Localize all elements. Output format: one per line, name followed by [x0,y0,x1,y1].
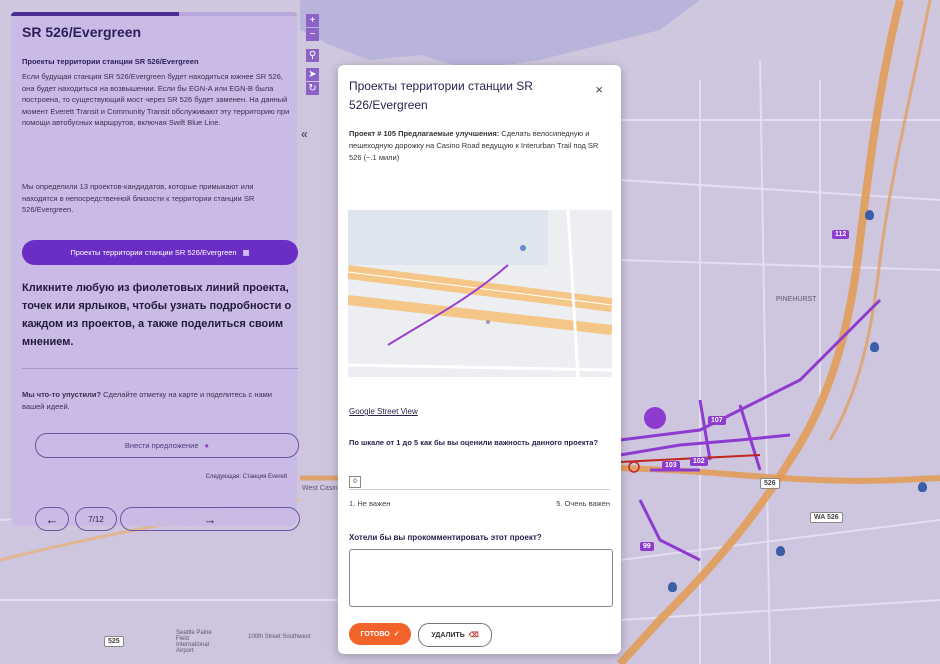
collapse-panel-button[interactable]: « [301,127,308,141]
highway-shield-525: 525 [104,636,124,647]
info-panel: SR 526/Evergreen Проекты территории стан… [11,12,300,531]
missed-bold: Мы что-то упустили? [22,390,102,399]
panel-instructions: Кликните любую из фиолетовых линий проек… [22,282,292,348]
previous-button[interactable]: ← [35,507,69,531]
map-label-pinehurst: PINEHURST [776,296,817,303]
zoom-out-button[interactable]: − [306,28,319,41]
map-label-airport: Seattle Paine Field International Airpor… [176,630,212,654]
rating-value: 0 [349,476,361,488]
zoom-in-button[interactable]: + [306,14,319,27]
map-label-100th-street: 100th Street Southwest [248,634,311,640]
panel-subtitle: Проекты территории станции SR 526/Evergr… [22,57,199,66]
map-controls: + − ⚲ ➤ ↻ [306,14,320,96]
interstate-shield-icon [776,546,785,556]
station-projects-button[interactable]: Проекты территории станции SR 526/Evergr… [22,240,298,265]
map-label-107[interactable]: 107 [708,416,726,425]
rating-question: По шкале от 1 до 5 как бы вы оценили важ… [349,438,599,447]
buildings-icon: ▦ [242,248,250,257]
project-description: Проект # 105 Предлагаемые улучшения: Сде… [349,128,609,164]
comment-textarea[interactable] [349,549,613,607]
suggest-button[interactable]: Внести предложение ● [35,433,299,458]
delete-button[interactable]: УДАЛИТЬ ⌫ [418,623,492,647]
next-button[interactable]: → [120,507,300,531]
done-button-label: ГОТОВО [360,630,390,638]
project-map-image [348,210,612,377]
panel-candidates-text: Мы определили 13 проектов-кандидатов, ко… [22,182,255,214]
highway-shield-526: 526 [760,478,780,489]
rating-slider[interactable] [349,489,610,490]
reset-view-icon[interactable]: ↻ [306,82,319,95]
missed-text: Мы что-то упустили? Сделайте отметку на … [22,389,282,413]
done-button[interactable]: ГОТОВО ✓ [349,623,411,645]
interstate-shield-icon [870,342,879,352]
interstate-shield-icon [865,210,874,220]
suggest-button-label: Внести предложение [124,441,199,450]
map-label-west-casino: West Casino [302,485,342,492]
delete-button-label: УДАЛИТЬ [431,631,465,639]
check-icon: ✓ [393,631,400,638]
rating-low-label: 1. Не важен [349,499,391,508]
project-modal: Проекты территории станции SR 526/Evergr… [338,65,621,654]
comment-question: Хотели бы вы прокомментировать этот прое… [349,533,542,542]
interstate-shield-icon [918,482,927,492]
progress-bar [11,12,297,16]
search-icon[interactable]: ⚲ [306,49,319,62]
modal-title: Проекты территории станции SR 526/Evergr… [349,79,533,112]
locate-icon[interactable]: ➤ [306,68,319,81]
project-number: Проект # 105 Предлагаемые улучшения: [349,129,500,138]
map-label-102[interactable]: 102 [690,457,708,466]
page-counter: 7/12 [75,507,117,531]
trash-icon: ⌫ [468,632,479,639]
street-view-link[interactable]: Google Street View [349,407,418,416]
next-station-label: Следующая: Станция Everett [205,474,287,480]
map-pin-icon: ● [204,441,210,450]
map-label-112[interactable]: 112 [832,230,850,239]
map-label-99[interactable]: 99 [640,542,654,551]
close-button[interactable]: × [595,82,603,97]
interstate-shield-icon [668,582,677,592]
station-projects-button-label: Проекты территории станции SR 526/Evergr… [70,248,237,257]
panel-title: SR 526/Evergreen [22,24,142,40]
divider [22,368,298,369]
rating-high-label: 5. Очень важен [556,499,610,508]
highway-shield-wa526: WA 526 [810,512,843,523]
panel-description: Если будущая станция SR 526/Evergreen бу… [22,72,290,127]
map-label-103[interactable]: 103 [662,461,680,470]
